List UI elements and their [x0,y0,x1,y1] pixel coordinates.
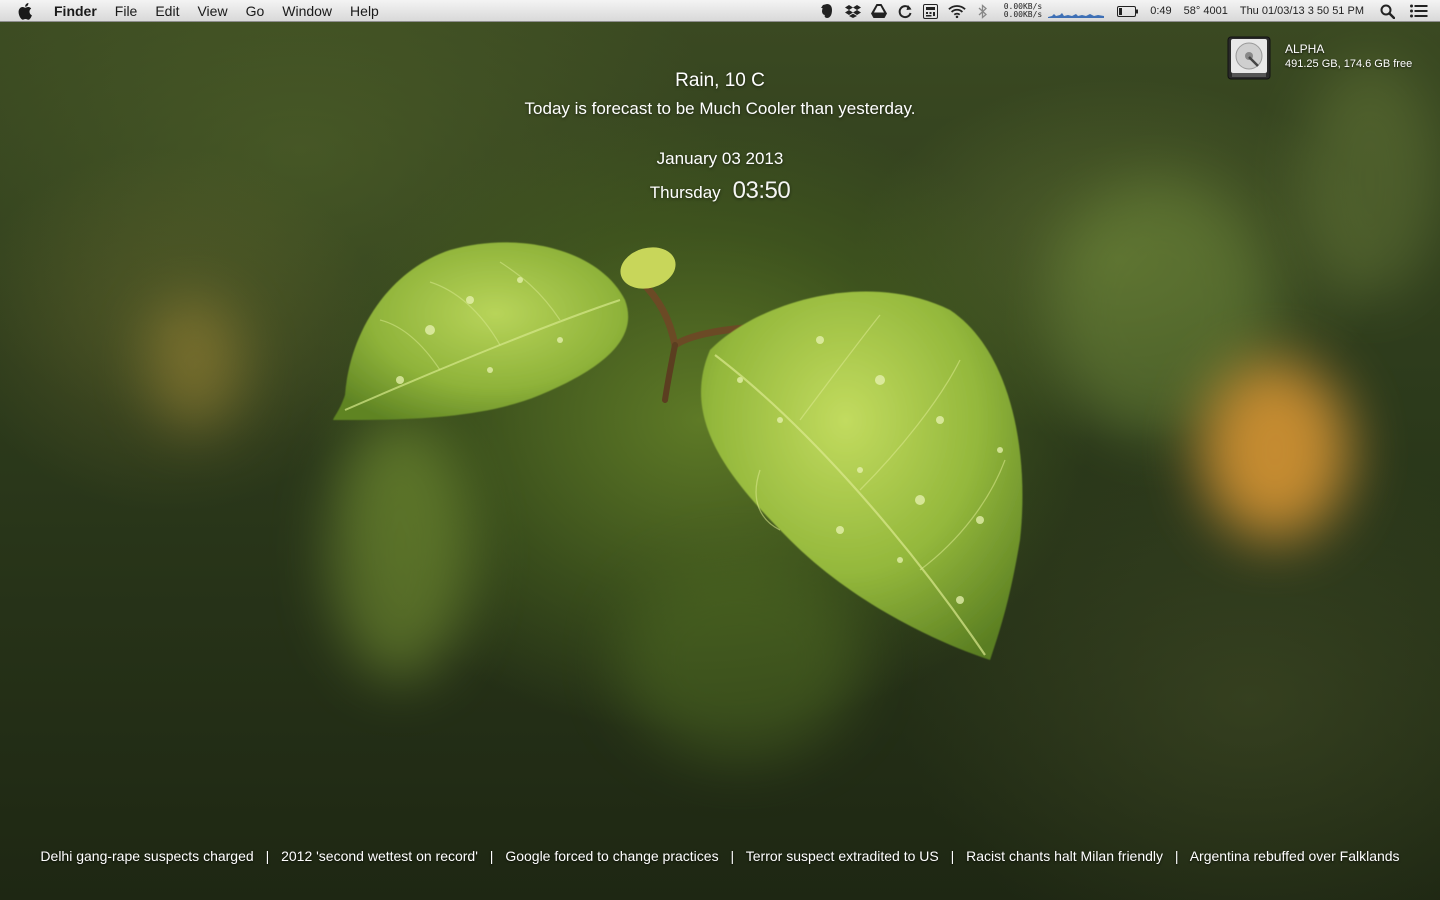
news-headline[interactable]: Delhi gang-rape suspects charged [40,848,253,864]
network-speed[interactable]: 0.00KB/s 0.00KB/s [1004,3,1043,19]
network-download-speed: 0.00KB/s [1003,10,1043,19]
news-separator: | [950,848,955,864]
apple-icon[interactable] [18,2,36,20]
google-drive-icon[interactable] [870,3,888,19]
weather-date-widget: Rain, 10 C Today is forecast to be Much … [0,68,1440,205]
news-headline[interactable]: Terror suspect extradited to US [746,848,939,864]
menu-clock[interactable]: Thu 01/03/13 3 50 51 PM [1240,5,1364,17]
drive-name: ALPHA [1285,42,1325,56]
news-ticker: Delhi gang-rape suspects charged | 2012 … [0,848,1440,864]
menu-bar: Finder File Edit View Go Window Help 0.0 [0,0,1440,22]
menu-help[interactable]: Help [341,0,388,22]
dropbox-icon[interactable] [844,3,862,19]
news-headline[interactable]: 2012 'second wettest on record' [281,848,478,864]
menu-view[interactable]: View [188,0,236,22]
temperature-readout[interactable]: 58° 4001 [1184,5,1228,17]
news-separator: | [265,848,270,864]
news-headline[interactable]: Google forced to change practices [505,848,718,864]
wifi-icon[interactable] [947,3,966,19]
notification-center-icon[interactable] [1410,3,1428,19]
spotlight-icon[interactable] [1378,3,1396,19]
weather-forecast: Today is forecast to be Much Cooler than… [524,99,916,118]
widget-date: January 03 2013 [656,149,784,168]
news-separator: | [730,848,735,864]
weather-condition: Rain, 10 C [675,70,765,91]
news-separator: | [1174,848,1179,864]
news-separator: | [489,848,494,864]
evernote-icon[interactable] [818,3,836,19]
news-headline[interactable]: Argentina rebuffed over Falklands [1190,848,1400,864]
calculator-icon[interactable] [922,3,940,19]
bluetooth-icon[interactable] [974,3,992,19]
widget-clock: 03:50 [732,177,791,204]
network-activity-icon[interactable] [1048,4,1105,18]
battery-time[interactable]: 0:49 [1150,5,1171,17]
battery-icon[interactable] [1116,3,1140,19]
menu-edit[interactable]: Edit [146,0,188,22]
menu-app-finder[interactable]: Finder [54,0,106,22]
menu-file[interactable]: File [106,0,147,22]
menu-window[interactable]: Window [273,0,341,22]
menu-go[interactable]: Go [237,0,274,22]
widget-weekday: Thursday [649,183,721,202]
sync-icon[interactable] [896,3,914,19]
news-headline[interactable]: Racist chants halt Milan friendly [966,848,1163,864]
